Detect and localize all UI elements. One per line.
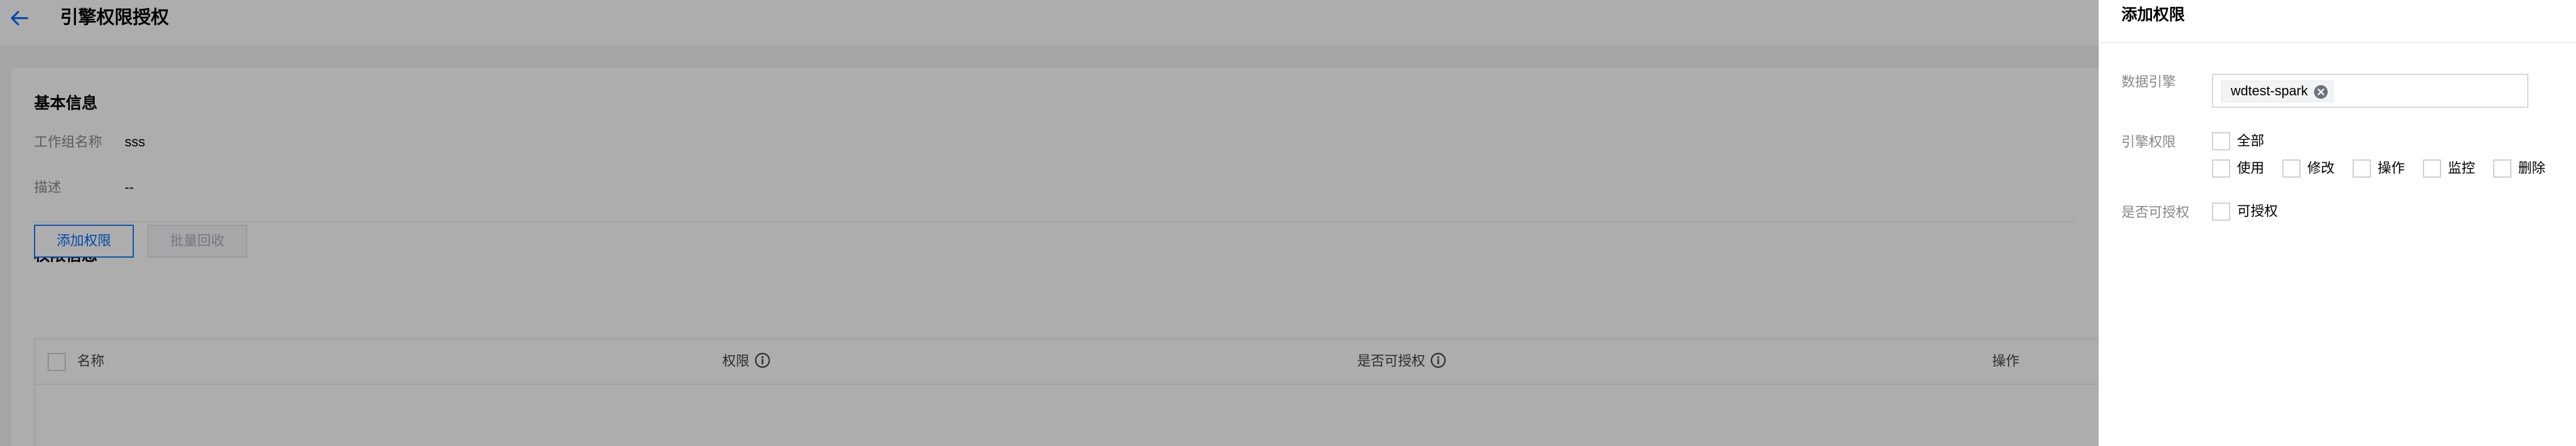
checkbox-label: 使用	[2237, 161, 2264, 176]
drawer-title: 添加权限	[2121, 6, 2185, 23]
data-engine-select[interactable]: wdtest-spark	[2212, 74, 2528, 108]
checkbox-label: 可授权	[2237, 204, 2278, 219]
grantable-label: 是否可授权	[2121, 205, 2189, 220]
checkbox-label: 删除	[2518, 161, 2545, 176]
checkbox-label: 监控	[2448, 161, 2475, 176]
engine-tag-label: wdtest-spark	[2231, 83, 2308, 99]
add-permission-drawer: 添加权限 数据引擎 wdtest-spark 引擎权限 全部 使用 修改 操作 …	[2099, 0, 2576, 446]
permission-modify-checkbox[interactable]: 修改	[2282, 159, 2334, 178]
checkbox-label: 全部	[2237, 133, 2264, 149]
permission-delete-checkbox[interactable]: 删除	[2493, 159, 2545, 178]
data-engine-label: 数据引擎	[2121, 74, 2176, 90]
checkbox-box[interactable]	[2353, 159, 2371, 178]
engine-permission-label: 引擎权限	[2121, 134, 2176, 150]
permission-all-checkbox[interactable]: 全部	[2212, 132, 2264, 151]
permission-monitor-checkbox[interactable]: 监控	[2423, 159, 2475, 178]
checkbox-box[interactable]	[2212, 159, 2230, 178]
checkbox-box[interactable]	[2212, 203, 2230, 221]
engine-tag: wdtest-spark	[2221, 81, 2334, 102]
checkbox-box[interactable]	[2423, 159, 2441, 178]
checkbox-box[interactable]	[2282, 159, 2300, 178]
drawer-header: 添加权限	[2099, 0, 2576, 43]
checkbox-box[interactable]	[2212, 132, 2230, 150]
grantable-checkbox[interactable]: 可授权	[2212, 202, 2278, 221]
permission-operate-checkbox[interactable]: 操作	[2353, 159, 2405, 178]
checkbox-box[interactable]	[2493, 159, 2511, 178]
close-circle-icon[interactable]	[2314, 85, 2328, 99]
checkbox-label: 修改	[2307, 161, 2334, 176]
permission-use-checkbox[interactable]: 使用	[2212, 159, 2264, 178]
checkbox-label: 操作	[2378, 161, 2405, 176]
